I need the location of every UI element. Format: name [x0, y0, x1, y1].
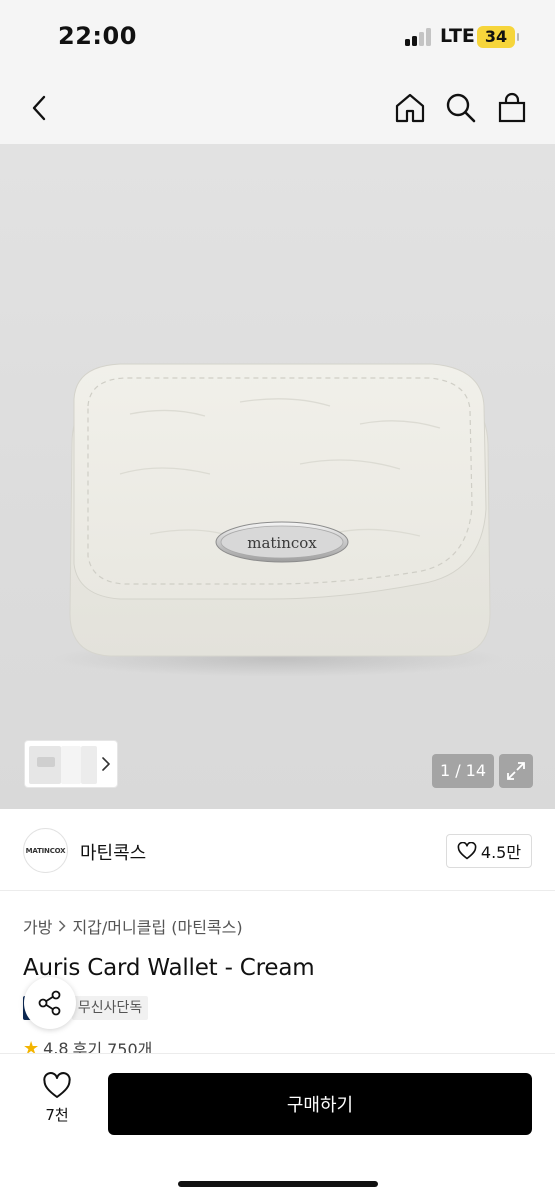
shopping-bag-icon: [498, 92, 526, 123]
expand-icon: [507, 762, 525, 780]
thumbnail-image: [37, 757, 55, 767]
home-button[interactable]: [388, 86, 432, 130]
breadcrumb-category[interactable]: 가방: [23, 914, 52, 938]
network-type: LTE: [440, 25, 475, 47]
share-icon: [38, 990, 61, 1016]
image-page-counter: 1 / 14: [432, 754, 494, 788]
product-image-gallery[interactable]: matincox 1 / 14: [0, 144, 555, 809]
chevron-left-icon: [32, 95, 46, 121]
brand-name[interactable]: 마틴콕스: [80, 839, 146, 865]
search-button[interactable]: [439, 86, 483, 130]
heart-icon: [457, 842, 477, 860]
thumbnail-image[interactable]: [61, 746, 81, 784]
search-icon: [446, 93, 476, 123]
bottom-action-bar: 7천 구매하기: [0, 1053, 555, 1200]
status-time: 22:00: [58, 22, 137, 50]
brand-like-count: 4.5만: [480, 843, 522, 862]
breadcrumb: 가방 지갑/머니클립 (마틴콕스): [23, 914, 243, 938]
wishlist-count: 7천: [45, 1106, 69, 1124]
status-bar: 22:00 LTE 34: [0, 0, 555, 72]
product-image[interactable]: matincox: [0, 144, 555, 809]
battery-indicator: 34: [477, 26, 519, 48]
exclusive-tag: 무신사단독: [71, 996, 149, 1020]
chevron-right-icon: [59, 920, 67, 932]
product-title: Auris Card Wallet - Cream: [23, 955, 315, 981]
brand-row[interactable]: MATINCOX 마틴콕스 4.5만: [0, 809, 555, 891]
breadcrumb-subcategory[interactable]: 지갑/머니클립 (마틴콕스): [72, 914, 242, 938]
wishlist-button[interactable]: 7천: [30, 1072, 84, 1132]
thumbnail-strip[interactable]: [24, 740, 118, 788]
wallet-badge-text: matincox: [247, 534, 317, 552]
home-indicator: [178, 1181, 378, 1187]
expand-button[interactable]: [499, 754, 533, 788]
home-icon: [395, 93, 425, 123]
back-button[interactable]: [18, 86, 62, 130]
brand-logo[interactable]: MATINCOX: [23, 828, 68, 873]
top-nav-bar: [0, 72, 555, 144]
share-button[interactable]: [24, 977, 76, 1029]
buy-button[interactable]: 구매하기: [108, 1073, 532, 1135]
brand-like-button[interactable]: 4.5만: [446, 834, 532, 868]
cellular-signal-icon: [405, 28, 435, 46]
thumbnail-image[interactable]: [81, 746, 97, 784]
heart-icon: [43, 1072, 71, 1098]
cart-button[interactable]: [490, 86, 534, 130]
chevron-right-icon: [102, 757, 110, 771]
